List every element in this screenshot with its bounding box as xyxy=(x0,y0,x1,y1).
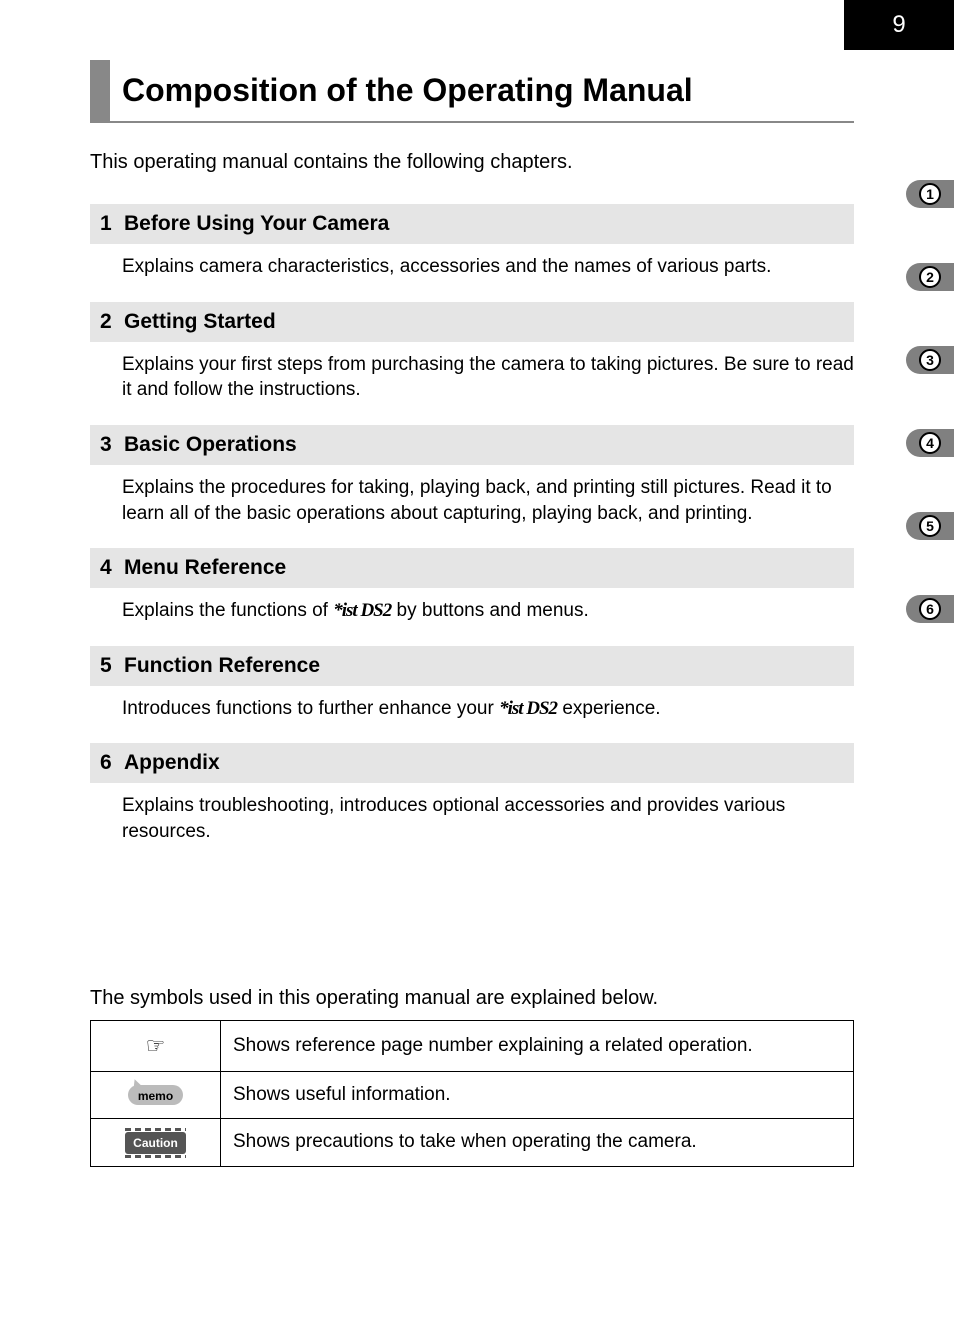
table-row: Caution Shows precautions to take when o… xyxy=(91,1118,854,1166)
side-tabs: 1 2 3 4 5 6 xyxy=(906,180,954,678)
page-title: Composition of the Operating Manual xyxy=(122,60,693,121)
chapter-title: Appendix xyxy=(124,751,220,775)
chapter-number: 5 xyxy=(100,654,124,678)
tab-number: 1 xyxy=(919,183,941,205)
chapter-number: 3 xyxy=(100,433,124,457)
side-tab-6[interactable]: 6 xyxy=(906,595,954,623)
product-model: *ist DS2 xyxy=(333,600,391,621)
chapter-heading-1: 1 Before Using Your Camera xyxy=(90,204,854,244)
chapter-heading-4: 4 Menu Reference xyxy=(90,548,854,588)
tab-number: 4 xyxy=(919,432,941,454)
tab-number: 6 xyxy=(919,598,941,620)
side-tab-2[interactable]: 2 xyxy=(906,263,954,291)
chapter-body-suffix: by buttons and menus. xyxy=(391,600,589,621)
chapter-number: 4 xyxy=(100,556,124,580)
title-accent-bar xyxy=(90,60,110,121)
symbol-icon-cell: Caution xyxy=(91,1118,221,1166)
chapter-body-1: Explains camera characteristics, accesso… xyxy=(90,254,854,302)
chapter-heading-5: 5 Function Reference xyxy=(90,646,854,686)
chapter-body-5: Introduces functions to further enhance … xyxy=(90,696,854,744)
symbol-desc: Shows reference page number explaining a… xyxy=(221,1020,854,1071)
symbol-desc: Shows useful information. xyxy=(221,1071,854,1118)
side-tab-3[interactable]: 3 xyxy=(906,346,954,374)
tab-number: 5 xyxy=(919,515,941,537)
chapter-title: Function Reference xyxy=(124,654,320,678)
chapter-body-3: Explains the procedures for taking, play… xyxy=(90,475,854,548)
side-tab-1[interactable]: 1 xyxy=(906,180,954,208)
page-title-block: Composition of the Operating Manual xyxy=(90,60,854,123)
symbol-icon-cell: ☞ xyxy=(91,1020,221,1071)
symbol-desc: Shows precautions to take when operating… xyxy=(221,1118,854,1166)
memo-icon: memo xyxy=(128,1085,183,1105)
caution-icon: Caution xyxy=(125,1132,186,1154)
chapter-body-suffix: experience. xyxy=(557,698,661,719)
chapter-title: Before Using Your Camera xyxy=(124,212,389,236)
chapter-heading-3: 3 Basic Operations xyxy=(90,425,854,465)
symbol-icon-cell: memo xyxy=(91,1071,221,1118)
chapter-title: Getting Started xyxy=(124,310,276,334)
chapter-body-6: Explains troubleshooting, introduces opt… xyxy=(90,793,854,866)
page-number-corner: 9 xyxy=(844,0,954,50)
chapter-number: 1 xyxy=(100,212,124,236)
chapter-title: Basic Operations xyxy=(124,433,297,457)
chapter-heading-6: 6 Appendix xyxy=(90,743,854,783)
chapter-body-prefix: Introduces functions to further enhance … xyxy=(122,698,499,719)
side-tab-4[interactable]: 4 xyxy=(906,429,954,457)
side-tab-5[interactable]: 5 xyxy=(906,512,954,540)
chapter-number: 6 xyxy=(100,751,124,775)
table-row: memo Shows useful information. xyxy=(91,1071,854,1118)
pointing-hand-icon: ☞ xyxy=(146,1033,166,1058)
table-row: ☞ Shows reference page number explaining… xyxy=(91,1020,854,1071)
tab-number: 2 xyxy=(919,266,941,288)
chapter-body-prefix: Explains the functions of xyxy=(122,600,333,621)
symbols-table: ☞ Shows reference page number explaining… xyxy=(90,1020,854,1167)
chapter-body-4: Explains the functions of *ist DS2 by bu… xyxy=(90,598,854,646)
symbols-intro: The symbols used in this operating manua… xyxy=(90,987,854,1010)
chapter-heading-2: 2 Getting Started xyxy=(90,302,854,342)
chapter-title: Menu Reference xyxy=(124,556,286,580)
intro-paragraph: This operating manual contains the follo… xyxy=(90,151,854,174)
product-model: *ist DS2 xyxy=(499,698,557,719)
chapter-number: 2 xyxy=(100,310,124,334)
tab-number: 3 xyxy=(919,349,941,371)
chapter-body-2: Explains your first steps from purchasin… xyxy=(90,352,854,425)
